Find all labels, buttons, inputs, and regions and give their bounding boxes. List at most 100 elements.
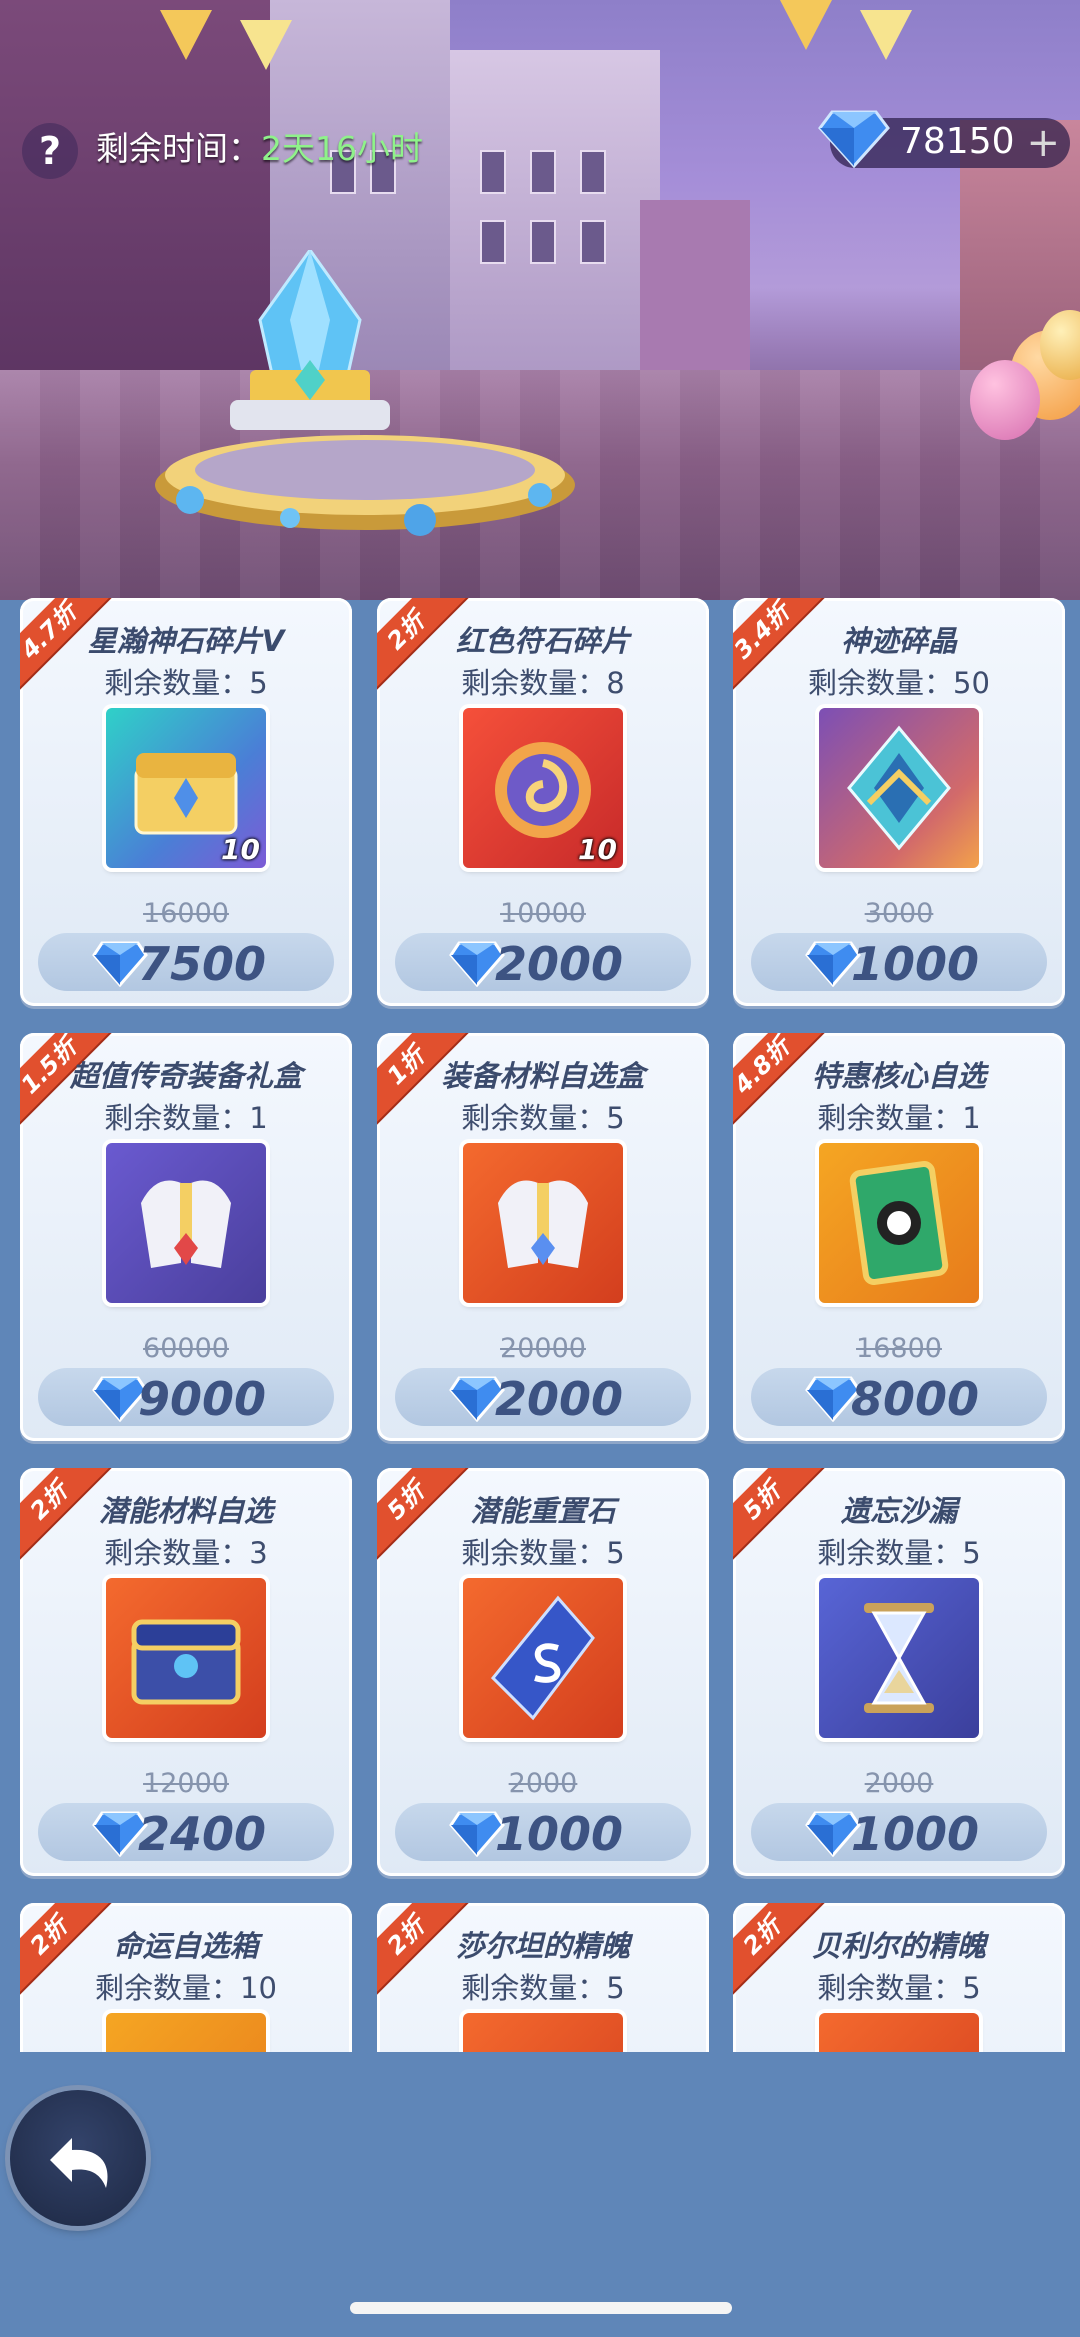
fate-box-icon bbox=[106, 2013, 266, 2052]
buy-button[interactable]: 1000 bbox=[751, 933, 1047, 991]
buy-button[interactable]: 2400 bbox=[38, 1803, 334, 1861]
price-value: 2400 bbox=[138, 1807, 267, 1861]
item-name: 星瀚神石碎片V bbox=[87, 624, 285, 658]
item-name: 遗忘沙漏 bbox=[840, 1494, 957, 1528]
shop-item-card[interactable]: 1折 装备材料自选盒 剩余数量：5 20000 2000 bbox=[377, 1033, 709, 1441]
buy-button[interactable]: 1000 bbox=[751, 1803, 1047, 1861]
original-price: 12000 bbox=[20, 1768, 352, 1799]
buy-button[interactable]: 8000 bbox=[751, 1368, 1047, 1426]
price-value: 8000 bbox=[851, 1372, 980, 1426]
item-remaining: 剩余数量：5 bbox=[461, 1536, 625, 1570]
shop-item-card[interactable]: 5折 潜能重置石 剩余数量：5 2000 1000 bbox=[377, 1468, 709, 1876]
remaining-time-value: 2天16小时 bbox=[261, 129, 423, 168]
buy-button[interactable]: 2000 bbox=[395, 1368, 691, 1426]
remaining-time: 剩余时间：2天16小时 bbox=[96, 122, 423, 170]
item-remaining: 剩余数量：10 bbox=[95, 1971, 277, 2005]
item-name: 命运自选箱 bbox=[113, 1929, 259, 1963]
original-price: 16800 bbox=[733, 1333, 1065, 1364]
original-price-value: 16800 bbox=[856, 1333, 942, 1364]
core-card-icon bbox=[819, 1143, 979, 1303]
item-remaining: 剩余数量：50 bbox=[808, 666, 990, 700]
item-remaining: 剩余数量：5 bbox=[461, 1971, 625, 2005]
armor-box-icon bbox=[106, 1143, 266, 1303]
crystal-shard-icon bbox=[819, 708, 979, 868]
original-price: 2000 bbox=[377, 1768, 709, 1799]
original-price-value: 2000 bbox=[864, 1768, 934, 1799]
armor-box-orange-icon bbox=[463, 1143, 623, 1303]
diamond-icon bbox=[818, 110, 890, 169]
price-value: 7500 bbox=[138, 937, 267, 991]
back-arrow-icon bbox=[50, 2138, 108, 2188]
original-price: 60000 bbox=[20, 1333, 352, 1364]
item-name: 特惠核心自选 bbox=[811, 1059, 986, 1093]
shop-item-card[interactable]: 2折 红色符石碎片 剩余数量：8 10 10000 2000 bbox=[377, 598, 709, 1006]
spirit-icon bbox=[463, 2013, 623, 2052]
original-price-value: 16000 bbox=[143, 898, 229, 929]
shop-item-card[interactable]: 4.8折 特惠核心自选 剩余数量：1 16800 8000 bbox=[733, 1033, 1065, 1441]
shop-item-card[interactable]: 2折 莎尔坦的精魄 剩余数量：5 bbox=[377, 1903, 709, 2052]
original-price-value: 12000 bbox=[143, 1768, 229, 1799]
original-price-value: 3000 bbox=[864, 898, 934, 929]
item-name: 神迹碎晶 bbox=[840, 624, 957, 658]
buy-button[interactable]: 2000 bbox=[395, 933, 691, 991]
buy-button[interactable]: 1000 bbox=[395, 1803, 691, 1861]
price-value: 1000 bbox=[851, 1807, 980, 1861]
original-price: 16000 bbox=[20, 898, 352, 929]
item-name: 贝利尔的精魄 bbox=[811, 1929, 986, 1963]
original-price-value: 60000 bbox=[143, 1333, 229, 1364]
hero-banner: ? 剩余时间：2天16小时 78150 + bbox=[0, 0, 1080, 600]
original-price-value: 2000 bbox=[508, 1768, 578, 1799]
price-value: 1000 bbox=[495, 1807, 624, 1861]
original-price: 10000 bbox=[377, 898, 709, 929]
price-value: 1000 bbox=[851, 937, 980, 991]
original-price: 2000 bbox=[733, 1768, 1065, 1799]
red-rune-icon: 10 bbox=[463, 708, 623, 868]
item-remaining: 剩余数量：5 bbox=[817, 1536, 981, 1570]
item-remaining: 剩余数量：1 bbox=[104, 1101, 268, 1135]
reset-stone-icon bbox=[463, 1578, 623, 1738]
item-name: 潜能材料自选 bbox=[98, 1494, 273, 1528]
item-name: 超值传奇装备礼盒 bbox=[69, 1059, 302, 1093]
currency-amount: 78150 bbox=[900, 121, 1015, 162]
back-button[interactable] bbox=[10, 2090, 146, 2226]
item-remaining: 剩余数量：8 bbox=[461, 666, 625, 700]
plus-icon[interactable]: + bbox=[1026, 123, 1060, 163]
item-remaining: 剩余数量：5 bbox=[817, 1971, 981, 2005]
building bbox=[450, 50, 660, 380]
shop-item-card[interactable]: 2折 命运自选箱 剩余数量：10 bbox=[20, 1903, 352, 2052]
hourglass-icon bbox=[819, 1578, 979, 1738]
help-button[interactable]: ? bbox=[22, 123, 78, 179]
item-name: 红色符石碎片 bbox=[455, 624, 630, 658]
item-remaining: 剩余数量：5 bbox=[104, 666, 268, 700]
building bbox=[640, 200, 750, 370]
original-price: 20000 bbox=[377, 1333, 709, 1364]
shop-item-card[interactable]: 2折 贝利尔的精魄 剩余数量：5 bbox=[733, 1903, 1065, 2052]
item-name: 潜能重置石 bbox=[470, 1494, 616, 1528]
shop-item-card[interactable]: 1.5折 超值传奇装备礼盒 剩余数量：1 60000 9000 bbox=[20, 1033, 352, 1441]
original-price-value: 20000 bbox=[500, 1333, 586, 1364]
price-value: 9000 bbox=[138, 1372, 267, 1426]
question-icon: ? bbox=[38, 129, 62, 173]
shop-item-card[interactable]: 5折 遗忘沙漏 剩余数量：5 2000 1000 bbox=[733, 1468, 1065, 1876]
blue-chest-icon bbox=[106, 1578, 266, 1738]
item-count: 10 bbox=[221, 833, 260, 866]
home-indicator[interactable] bbox=[350, 2302, 732, 2314]
remaining-time-label: 剩余时间： bbox=[96, 129, 261, 168]
shop-item-card[interactable]: 3.4折 神迹碎晶 剩余数量：50 3000 1000 bbox=[733, 598, 1065, 1006]
shop-grid: 4.7折 星瀚神石碎片V 剩余数量：5 10 16000 7500 2折 红色符石碎片 剩余数量… bbox=[0, 592, 1080, 2052]
item-count: 10 bbox=[578, 833, 617, 866]
currency-display: 78150 + bbox=[818, 110, 1070, 169]
shop-item-card[interactable]: 2折 潜能材料自选 剩余数量：3 12000 2400 bbox=[20, 1468, 352, 1876]
shop-item-card[interactable]: 4.7折 星瀚神石碎片V 剩余数量：5 10 16000 7500 bbox=[20, 598, 352, 1006]
buy-button[interactable]: 7500 bbox=[38, 933, 334, 991]
item-remaining: 剩余数量：5 bbox=[461, 1101, 625, 1135]
item-remaining: 剩余数量：1 bbox=[817, 1101, 981, 1135]
crystal-icon bbox=[230, 250, 390, 430]
item-remaining: 剩余数量：3 bbox=[104, 1536, 268, 1570]
item-name: 装备材料自选盒 bbox=[441, 1059, 645, 1093]
price-value: 2000 bbox=[495, 1372, 624, 1426]
buy-button[interactable]: 9000 bbox=[38, 1368, 334, 1426]
item-name: 莎尔坦的精魄 bbox=[455, 1929, 630, 1963]
spirit-icon-2 bbox=[819, 2013, 979, 2052]
golden-chest-icon: 10 bbox=[106, 708, 266, 868]
